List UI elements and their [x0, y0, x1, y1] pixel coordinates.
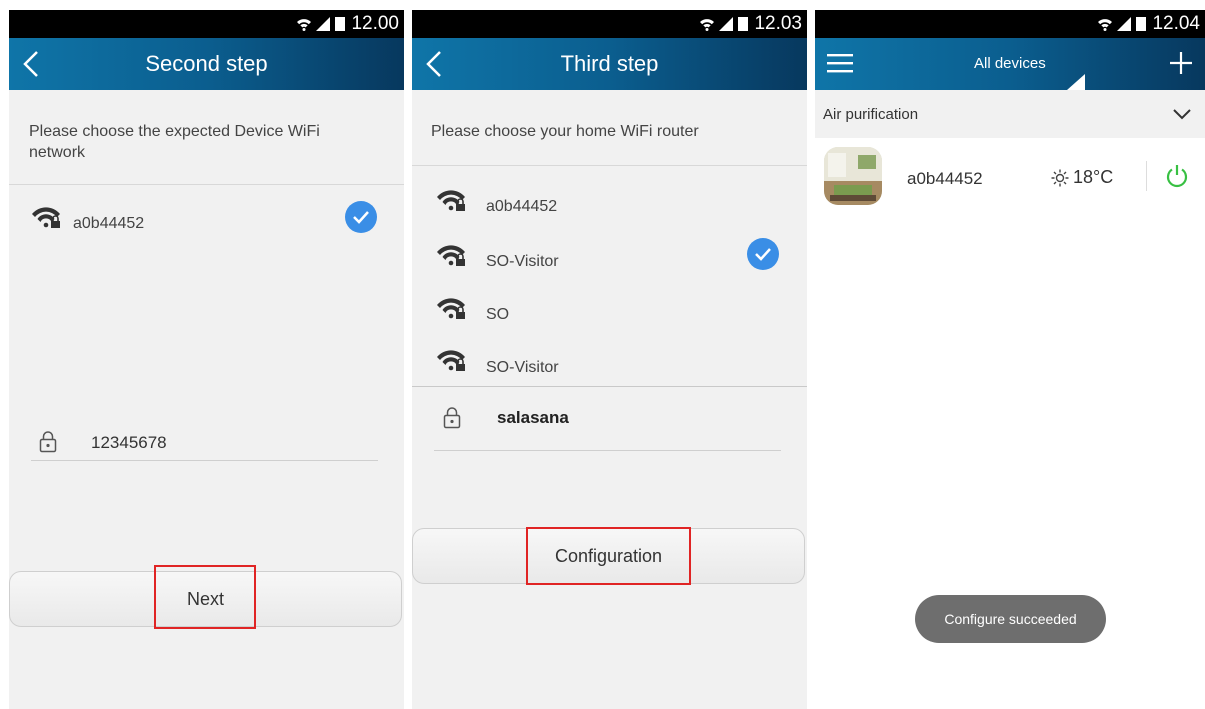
wifi-locked-icon: [437, 350, 465, 371]
wifi-locked-icon: [32, 207, 60, 228]
temperature-value: 18°C: [1073, 167, 1114, 187]
category-header[interactable]: Air purification: [815, 90, 1205, 138]
wifi-locked-icon: [437, 190, 465, 211]
back-arrow-icon[interactable]: [19, 50, 43, 78]
wifi-network-name: a0b44452: [486, 198, 558, 215]
toast-text: Configure succeeded: [944, 611, 1077, 627]
highlight-box: [526, 527, 691, 585]
signal-icon: [719, 17, 734, 31]
status-bar: 12.00: [9, 10, 404, 38]
divider: [412, 386, 807, 387]
sun-icon: [1051, 169, 1069, 186]
device-name: a0b44452: [907, 169, 983, 188]
battery-icon: [1136, 17, 1147, 31]
wifi-status-icon: [700, 19, 715, 31]
status-time: 12.03: [754, 13, 802, 34]
signal-icon: [316, 17, 331, 31]
password-value[interactable]: 12345678: [91, 433, 167, 453]
power-icon[interactable]: [1165, 163, 1189, 189]
screen-all-devices: 12.04 All devices Air purification a0b44…: [815, 10, 1205, 709]
wifi-locked-icon: [437, 298, 465, 319]
divider: [1146, 161, 1147, 191]
app-bar: Second step: [9, 38, 404, 90]
divider: [9, 184, 404, 185]
wifi-status-icon: [297, 19, 312, 31]
app-bar: Third step: [412, 38, 807, 90]
checkmark-icon: [747, 238, 779, 270]
temperature-readout: 18°C: [1051, 167, 1113, 188]
checkmark-icon: [345, 201, 377, 233]
instruction-text: Please choose your home WiFi router: [431, 123, 699, 140]
page-title[interactable]: All devices: [974, 55, 1046, 72]
dropdown-corner-icon: [1067, 74, 1085, 90]
wifi-network-name: SO-Visitor: [486, 253, 559, 270]
password-value[interactable]: salasana: [497, 408, 569, 428]
category-label: Air purification: [823, 105, 919, 123]
add-icon[interactable]: [1169, 51, 1193, 75]
field-underline: [434, 450, 781, 451]
status-bar: 12.03: [412, 10, 807, 38]
wifi-network-name: SO: [486, 306, 510, 323]
chevron-down-icon[interactable]: [1172, 108, 1192, 120]
status-time: 12.04: [1152, 13, 1200, 34]
page-title: Second step: [145, 51, 268, 76]
hamburger-menu-icon[interactable]: [827, 52, 853, 74]
status-bar: 12.04: [815, 10, 1205, 38]
status-time: 12.00: [351, 13, 399, 34]
wifi-network-name: a0b44452: [73, 215, 145, 232]
battery-icon: [738, 17, 749, 31]
battery-icon: [335, 17, 346, 31]
app-bar: All devices: [815, 38, 1205, 90]
divider: [412, 165, 807, 166]
back-arrow-icon[interactable]: [422, 50, 446, 78]
page-title: Third step: [560, 51, 659, 76]
device-list-item[interactable]: a0b44452 18°C: [815, 147, 1205, 209]
signal-icon: [1117, 17, 1132, 31]
instruction-text: Please choose the expected Device WiFi n…: [29, 123, 320, 161]
lock-icon: [39, 431, 57, 453]
lock-icon: [443, 407, 461, 429]
wifi-locked-icon: [437, 245, 465, 266]
wifi-status-icon: [1098, 19, 1113, 31]
device-thumbnail: [824, 147, 882, 205]
field-underline: [31, 460, 378, 461]
highlight-box: [154, 565, 256, 629]
screen-third-step: 12.03 Third step Please choose your home…: [412, 10, 807, 709]
screen-second-step: 12.00 Second step Please choose the expe…: [9, 10, 404, 709]
toast-message: Configure succeeded: [915, 595, 1106, 643]
wifi-network-name: SO-Visitor: [486, 359, 559, 376]
